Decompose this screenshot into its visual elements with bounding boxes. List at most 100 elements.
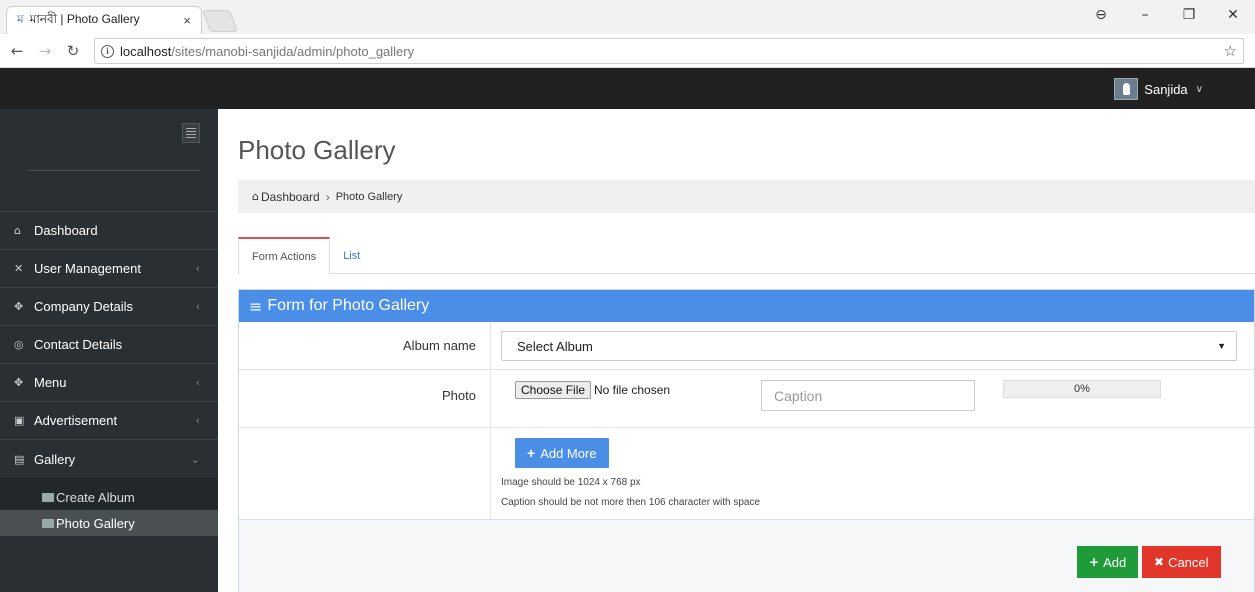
panel-title: Form for Photo Gallery — [267, 297, 430, 314]
no-file-text: No file chosen — [594, 383, 671, 397]
sidebar-subitem-label: Photo Gallery — [56, 515, 135, 531]
chevron-left-icon: ‹ — [195, 262, 200, 275]
sidebar-item-label: User Management — [34, 261, 141, 276]
sidebar-header — [0, 109, 218, 212]
album-select-value: Select Album — [517, 338, 593, 354]
gallery-icon: ▤ — [14, 452, 25, 466]
cancel-button-label: Cancel — [1168, 554, 1209, 570]
panel-header: ≡ Form for Photo Gallery — [239, 290, 1254, 322]
home-icon: ⌂ — [14, 224, 21, 237]
favicon-icon: ম — [17, 11, 24, 26]
sidebar-subitem-label: Create Album — [56, 489, 135, 505]
home-icon: ⌂ — [252, 190, 259, 203]
forward-icon[interactable]: → — [34, 42, 56, 60]
add-more-label: Add More — [540, 445, 597, 461]
tab-form-actions[interactable]: Form Actions — [238, 237, 331, 275]
chevron-down-icon: ⌄ — [190, 452, 200, 466]
breadcrumb-separator: › — [325, 189, 330, 204]
main-content: Photo Gallery ⌂ Dashboard › Photo Galler… — [218, 109, 1255, 592]
gallery-submenu: Create Album Photo Gallery — [0, 478, 218, 536]
image-size-hint: Image should be 1024 x 768 px — [501, 477, 641, 488]
page-title: Photo Gallery — [238, 135, 396, 165]
form-tabs: Form Actions List — [238, 237, 1255, 275]
sidebar-item-label: Dashboard — [34, 223, 98, 238]
upload-progress: 0% — [1003, 380, 1161, 398]
breadcrumb-current: Photo Gallery — [335, 190, 403, 203]
app-topbar: Sanjida ∨ — [0, 68, 1255, 109]
reload-icon[interactable]: ↻ — [62, 42, 84, 60]
caption-length-hint: Caption should be not more then 106 char… — [501, 497, 761, 508]
plus-icon: + — [527, 445, 536, 461]
address-bar[interactable]: i localhost /sites/manobi-sanjida/admin/… — [94, 38, 1244, 64]
minimize-icon[interactable]: – — [1123, 7, 1167, 23]
photo-row: Photo Choose File No file chosen Caption… — [239, 370, 1254, 428]
sidebar-item-label: Contact Details — [34, 337, 123, 352]
chevron-down-icon: ∨ — [1195, 83, 1203, 95]
sidebar-item-label: Company Details — [34, 299, 133, 314]
add-button-label: Add — [1103, 554, 1127, 570]
choose-file-button[interactable]: Choose File — [515, 381, 592, 399]
chevron-left-icon: ‹ — [195, 376, 200, 389]
browser-tab[interactable]: ম মানবী | Photo Gallery × — [6, 6, 202, 34]
sidebar-item-label: Menu — [34, 375, 67, 390]
cancel-button[interactable]: ✖ Cancel — [1142, 546, 1221, 578]
bars-icon: ≡ — [249, 296, 263, 316]
tab-title: মানবী | Photo Gallery — [29, 11, 140, 26]
sidebar-item-menu[interactable]: ✥ Menu ‹ — [0, 364, 218, 402]
window-controls: ⊖ – ❐ ✕ — [1079, 0, 1255, 30]
sidebar-item-label: Advertisement — [34, 413, 118, 428]
sidebar-item-company-details[interactable]: ✥ Company Details ‹ — [0, 288, 218, 326]
sidebar-item-contact-details[interactable]: ◎ Contact Details — [0, 326, 218, 364]
company-icon: ✥ — [14, 300, 24, 313]
tab-close-icon[interactable]: × — [183, 13, 191, 28]
advert-icon: ▣ — [14, 414, 25, 427]
caret-down-icon: ▼ — [1217, 341, 1226, 351]
user-name: Sanjida — [1144, 81, 1188, 97]
close-window-icon[interactable]: ✕ — [1211, 7, 1255, 23]
user-menu[interactable]: Sanjida ∨ — [1114, 78, 1203, 100]
chevron-left-icon: ‹ — [195, 300, 200, 313]
url-path: /sites/manobi-sanjida/admin/photo_galler… — [171, 43, 415, 59]
restore-icon[interactable]: ❐ — [1167, 7, 1211, 23]
album-select[interactable]: Select Album ▼ — [501, 331, 1237, 361]
photo-icon — [42, 518, 54, 528]
sidebar: ⌂ Dashboard ✕ User Management ‹ ✥ Compan… — [0, 109, 218, 592]
sidebar-item-advertisement[interactable]: ▣ Advertisement ‹ — [0, 402, 218, 440]
sidebar-divider — [28, 170, 200, 171]
breadcrumb: ⌂ Dashboard › Photo Gallery — [238, 180, 1255, 213]
empty-label — [239, 428, 491, 519]
album-icon — [42, 492, 54, 502]
back-icon[interactable]: ← — [6, 42, 28, 60]
caption-input[interactable]: Caption — [761, 380, 975, 411]
url-host: localhost — [120, 43, 172, 59]
close-icon: ✖ — [1154, 555, 1165, 569]
add-more-row: + Add More Image should be 1024 x 768 px… — [239, 428, 1254, 520]
expand-icon: ✕ — [14, 262, 24, 275]
bookmark-star-icon[interactable]: ☆ — [1224, 42, 1237, 60]
plus-icon: + — [1089, 555, 1100, 569]
menu-icon: ✥ — [14, 376, 24, 389]
sidebar-item-user-management[interactable]: ✕ User Management ‹ — [0, 250, 218, 288]
photo-label: Photo — [239, 370, 491, 427]
add-more-button[interactable]: + Add More — [515, 438, 609, 468]
form-footer: + Add ✖ Cancel — [239, 520, 1254, 592]
add-button[interactable]: + Add — [1077, 546, 1139, 578]
tab-list[interactable]: List — [330, 237, 373, 274]
browser-tabstrip: ম মানবী | Photo Gallery × ⊖ – ❐ ✕ — [0, 0, 1255, 34]
sidebar-item-dashboard[interactable]: ⌂ Dashboard — [0, 212, 218, 250]
breadcrumb-home[interactable]: Dashboard — [261, 190, 320, 204]
contact-icon: ◎ — [14, 338, 24, 351]
sidebar-item-gallery[interactable]: ▤ Gallery ⌄ — [0, 440, 218, 478]
avatar — [1114, 78, 1139, 100]
profile-icon[interactable]: ⊖ — [1079, 7, 1123, 23]
new-tab-button[interactable] — [201, 10, 239, 32]
sidebar-item-label: Gallery — [34, 451, 76, 467]
chevron-left-icon: ‹ — [195, 414, 200, 427]
browser-toolbar: ← → ↻ i localhost /sites/manobi-sanjida/… — [0, 34, 1255, 68]
info-icon[interactable]: i — [101, 44, 114, 58]
sidebar-subitem-photo-gallery[interactable]: Photo Gallery — [0, 510, 218, 536]
album-label: Album name — [239, 322, 491, 369]
sidebar-subitem-create-album[interactable]: Create Album — [0, 484, 218, 510]
album-row: Album name Select Album ▼ — [239, 322, 1254, 370]
hamburger-icon[interactable] — [182, 123, 200, 143]
